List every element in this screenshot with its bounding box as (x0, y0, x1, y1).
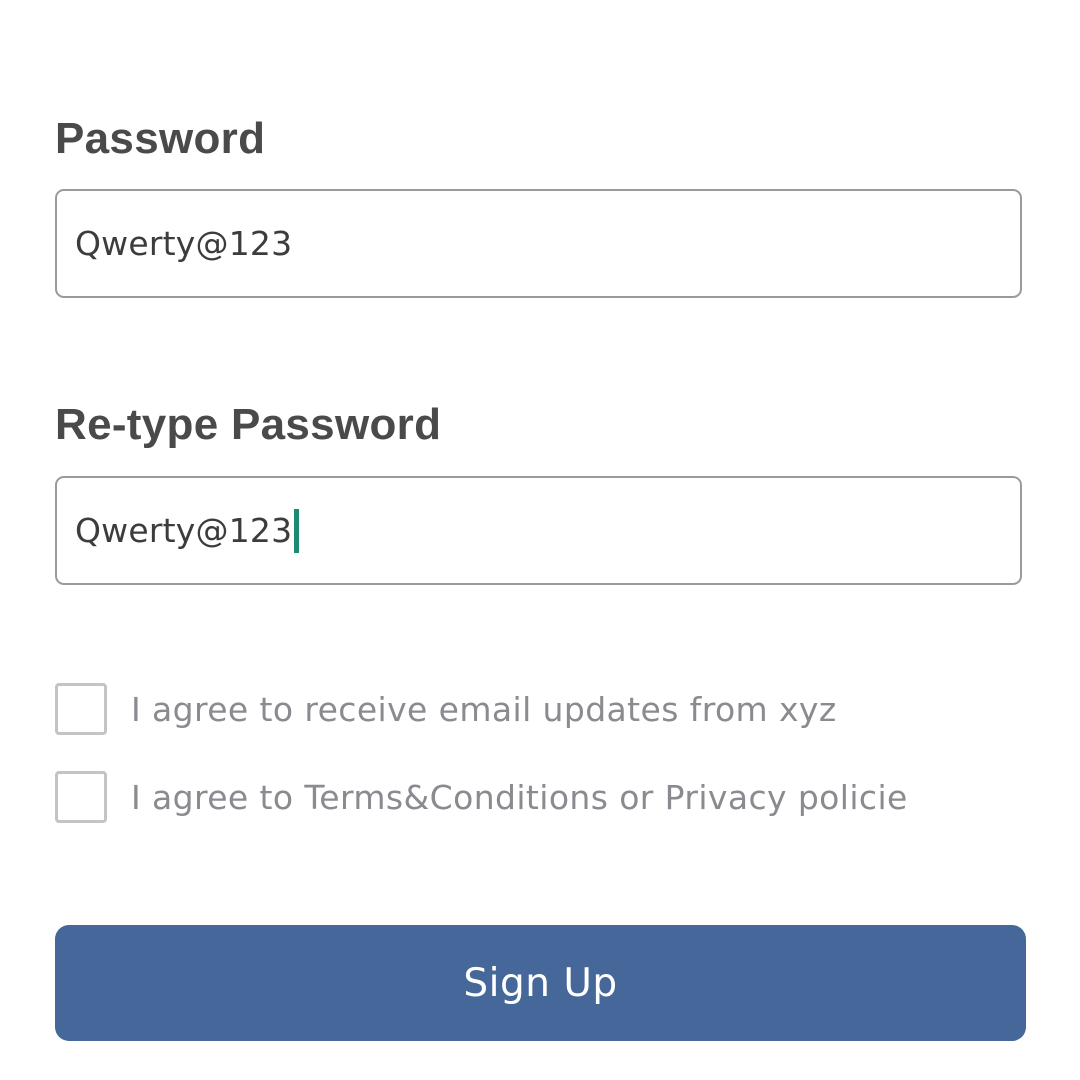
terms-option[interactable]: I agree to Terms&Conditions or Privacy p… (55, 771, 908, 823)
sign-up-button[interactable]: Sign Up (55, 925, 1026, 1041)
email-updates-label[interactable]: I agree to receive email updates from xy… (131, 690, 837, 729)
retype-password-field[interactable]: Qwerty@123 (55, 476, 1022, 585)
password-label: Password (55, 114, 266, 163)
sign-up-label: Sign Up (463, 960, 618, 1006)
password-field[interactable]: Qwerty@123 (55, 189, 1022, 298)
text-cursor (294, 508, 300, 553)
terms-label[interactable]: I agree to Terms&Conditions or Privacy p… (131, 778, 908, 817)
retype-password-value: Qwerty@123 (75, 511, 293, 550)
signup-form: Password Qwerty@123 Re-type Password Qwe… (0, 0, 1080, 1080)
retype-password-label: Re-type Password (55, 400, 442, 449)
email-updates-checkbox[interactable] (55, 683, 107, 735)
email-updates-option[interactable]: I agree to receive email updates from xy… (55, 683, 837, 735)
password-value: Qwerty@123 (75, 224, 293, 263)
terms-checkbox[interactable] (55, 771, 107, 823)
